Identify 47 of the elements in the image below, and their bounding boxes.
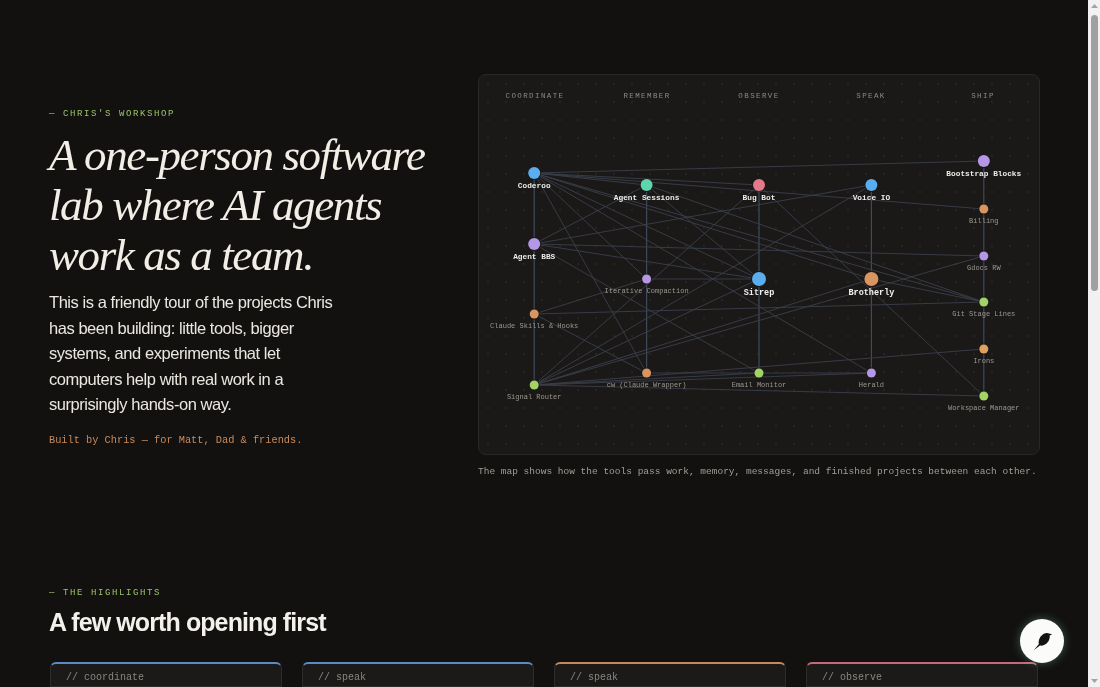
node-label: Sitrep xyxy=(743,288,775,298)
highlight-card[interactable]: // coordinate xyxy=(50,662,282,687)
highlight-card[interactable]: // speak xyxy=(302,662,534,687)
node-dot[interactable] xyxy=(640,179,653,191)
card-category: // speak xyxy=(318,672,367,684)
scrollbar-thumb[interactable] xyxy=(1090,15,1098,291)
bird-button[interactable] xyxy=(1020,619,1064,663)
connector-line xyxy=(533,318,535,381)
node-dot[interactable] xyxy=(642,368,652,378)
node-dot[interactable] xyxy=(977,155,990,167)
node-dot[interactable] xyxy=(866,368,876,378)
node-dot[interactable] xyxy=(979,297,989,307)
section-heading: A few worth opening first xyxy=(49,607,326,637)
intro-paragraph: This is a friendly tour of the projects Chris has been building: little tools, bigger systems, and experiments that let computers help with real work in a surprisingly hands-on way. xyxy=(49,292,334,415)
scrollbar[interactable] xyxy=(1088,0,1100,687)
byline-text: Built by Chris — for Matt, Dad & friends. xyxy=(49,432,303,447)
node-dot[interactable] xyxy=(979,251,989,261)
connector-line xyxy=(983,213,985,252)
connector-line xyxy=(983,167,985,205)
node-dot[interactable] xyxy=(528,167,541,179)
node-dot[interactable] xyxy=(528,238,541,250)
card-category: // coordinate xyxy=(66,672,145,684)
connector-line xyxy=(533,179,535,238)
node-dot[interactable] xyxy=(979,204,989,214)
card-category: // speak xyxy=(570,672,619,684)
node-dot[interactable] xyxy=(642,274,652,284)
section-eyebrow: — CHRIS'S WORKSHOP xyxy=(49,108,176,120)
map-caption: The map shows how the tools pass work, memory, messages, and finished projects between each other. xyxy=(478,465,1038,479)
section-eyebrow: — THE HIGHLIGHTS xyxy=(49,587,161,599)
node-dot[interactable] xyxy=(979,391,989,401)
node-dot[interactable] xyxy=(865,179,878,191)
node-dot[interactable] xyxy=(529,309,539,319)
node-dot[interactable] xyxy=(864,272,879,286)
node-dot[interactable] xyxy=(979,344,989,354)
connector-line xyxy=(983,260,985,298)
node-dot[interactable] xyxy=(529,380,539,390)
node-dot[interactable] xyxy=(752,272,766,286)
highlight-card[interactable]: // speak xyxy=(554,662,786,687)
connector-line xyxy=(983,306,985,345)
node-dot[interactable] xyxy=(753,179,765,191)
connector-line xyxy=(533,250,535,310)
card-category: // observe xyxy=(822,672,883,684)
node-label: Brotherly xyxy=(848,288,895,298)
connector-line xyxy=(983,353,985,392)
node-dot[interactable] xyxy=(754,368,764,378)
highlight-card[interactable]: // observe xyxy=(806,662,1038,687)
bird-icon xyxy=(1031,630,1053,652)
